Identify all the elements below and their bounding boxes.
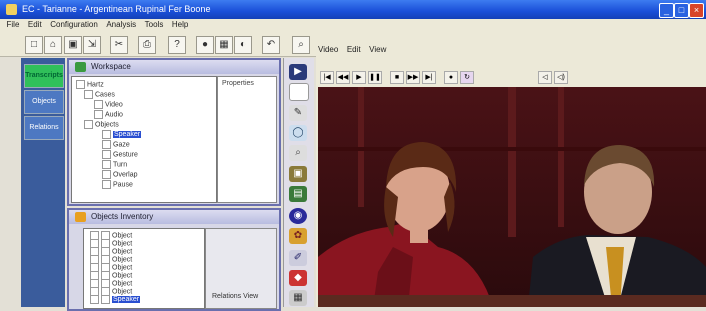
menu-edit[interactable]: Edit [28, 19, 48, 29]
nav-transcripts[interactable]: Transcripts [24, 64, 64, 88]
tree-item[interactable]: Overlap [102, 170, 138, 179]
maximize-button[interactable]: □ [674, 3, 689, 18]
viewer-toolbar: |◀ ◀◀ ▶ ❚❚ ■ ▶▶ ▶| ● ↻ ◁ ◁) [316, 70, 706, 84]
cursor-icon[interactable]: ▶ [289, 64, 307, 80]
nav-relations[interactable]: Relations [24, 116, 64, 140]
blank-icon[interactable] [289, 83, 309, 101]
expand-icon[interactable] [84, 120, 93, 129]
pause-icon[interactable]: ❚❚ [368, 71, 382, 84]
list-item-selected[interactable]: Speaker [90, 295, 141, 304]
workspace-icon [75, 62, 86, 72]
workspace-panel: Workspace Hartz Cases Video Audio Object… [67, 58, 281, 206]
objects-panel-header: Objects Inventory [69, 210, 279, 224]
app-icon [6, 4, 17, 15]
file-icon [102, 140, 111, 149]
play-icon[interactable]: ▶ [352, 71, 366, 84]
palette-icon[interactable]: ◐ [234, 36, 252, 54]
expand-icon[interactable] [84, 90, 93, 99]
relations-view: Relations View [205, 228, 277, 309]
ruler-icon[interactable]: ▦ [289, 290, 307, 306]
file-icon [102, 170, 111, 179]
objects-list[interactable]: Object Object Object Object Object Objec… [83, 228, 205, 309]
menu-help[interactable]: Help [172, 19, 194, 29]
file-icon [94, 100, 103, 109]
prev-icon[interactable]: |◀ [320, 71, 334, 84]
tree-item[interactable]: Video [94, 100, 123, 109]
magnifier-icon[interactable]: ⌕ [289, 145, 307, 161]
workspace-panel-title: Workspace [91, 62, 131, 71]
viewer-menu-edit[interactable]: Edit [347, 44, 367, 54]
loop-icon[interactable]: ↻ [460, 71, 474, 84]
record-icon[interactable]: ● [444, 71, 458, 84]
menu-bar: File Edit Configuration Analysis Tools H… [0, 19, 706, 32]
tool-palette: ▶ ✎ ◯ ⌕ ▣ ▤ ◉ ✿ ✐ ◆ ▦ [283, 58, 314, 307]
calendar-icon[interactable]: ▤ [289, 186, 307, 202]
tree-item[interactable]: Gaze [102, 140, 130, 149]
record-icon[interactable]: ● [196, 36, 214, 54]
properties-column: Properties [217, 76, 277, 203]
grid-icon[interactable]: ◆ [289, 270, 307, 286]
new-icon[interactable]: □ [25, 36, 43, 54]
viewer-menu-video[interactable]: Video [316, 44, 344, 54]
left-navigation: Transcripts Objects Relations [21, 58, 65, 307]
video-image [318, 87, 706, 307]
stop-icon[interactable]: ■ [390, 71, 404, 84]
minimize-button[interactable]: _ [659, 3, 674, 18]
image-icon[interactable]: ▣ [289, 166, 307, 182]
close-button[interactable]: × [689, 3, 704, 18]
tree-item[interactable]: Cases [84, 90, 115, 99]
print-icon[interactable]: ⎙ [138, 36, 156, 54]
file-icon [94, 110, 103, 119]
objects-panel-title: Objects Inventory [91, 212, 154, 221]
viewer-menu: Video Edit View [316, 44, 706, 56]
tree-item[interactable]: Pause [102, 180, 133, 189]
file-icon [102, 160, 111, 169]
relations-view-label: Relations View [212, 293, 259, 300]
volume-icon[interactable]: ◁) [554, 71, 568, 84]
workspace-tree[interactable]: Hartz Cases Video Audio Objects Speaker … [71, 76, 217, 203]
globe-icon[interactable]: ◉ [289, 208, 307, 224]
next-icon[interactable]: ▶| [422, 71, 436, 84]
palette-icon[interactable]: ✿ [289, 228, 307, 244]
window-title: EC - Tarianne - Argentinean Rupinal Fer … [22, 4, 211, 14]
file-icon [102, 130, 111, 139]
viewer-menu-view[interactable]: View [369, 44, 392, 54]
video-frame[interactable] [318, 87, 706, 307]
video-viewer: Video Edit View |◀ ◀◀ ▶ ❚❚ ■ ▶▶ ▶| ● ↻ ◁… [316, 44, 706, 307]
save-icon[interactable]: ▣ [64, 36, 82, 54]
folder-icon [75, 212, 86, 222]
file-icon [102, 150, 111, 159]
tree-item[interactable]: Hartz [76, 80, 104, 89]
nav-objects[interactable]: Objects [24, 90, 64, 114]
help-icon[interactable]: ? [168, 36, 186, 54]
cut-icon[interactable]: ✂ [110, 36, 128, 54]
menu-analysis[interactable]: Analysis [106, 19, 142, 29]
undo-icon[interactable]: ↶ [262, 36, 280, 54]
menu-configuration[interactable]: Configuration [50, 19, 104, 29]
zoom-icon[interactable]: ⌕ [292, 36, 310, 54]
circle-icon[interactable]: ◯ [289, 125, 307, 141]
mute-icon[interactable]: ◁ [538, 71, 552, 84]
workspace-panel-header: Workspace [69, 60, 279, 74]
grid-icon[interactable]: ▦ [215, 36, 233, 54]
brush-icon[interactable]: ✐ [289, 250, 307, 266]
tree-item-selected[interactable]: Speaker [102, 130, 142, 139]
file-icon [102, 180, 111, 189]
tree-item[interactable]: Audio [94, 110, 123, 119]
tree-item[interactable]: Gesture [102, 150, 138, 159]
objects-panel: Objects Inventory Object Object Object O… [67, 208, 281, 311]
open-icon[interactable]: ⌂ [44, 36, 62, 54]
tree-item[interactable]: Objects [84, 120, 119, 129]
expand-icon[interactable] [76, 80, 85, 89]
export-icon[interactable]: ⇲ [83, 36, 101, 54]
menu-tools[interactable]: Tools [145, 19, 170, 29]
forward-icon[interactable]: ▶▶ [406, 71, 420, 84]
rewind-icon[interactable]: ◀◀ [336, 71, 350, 84]
properties-title: Properties [222, 80, 254, 87]
pencil-icon[interactable]: ✎ [289, 105, 307, 121]
title-bar: EC - Tarianne - Argentinean Rupinal Fer … [0, 0, 706, 19]
tree-item[interactable]: Turn [102, 160, 127, 169]
menu-file[interactable]: File [7, 19, 26, 29]
